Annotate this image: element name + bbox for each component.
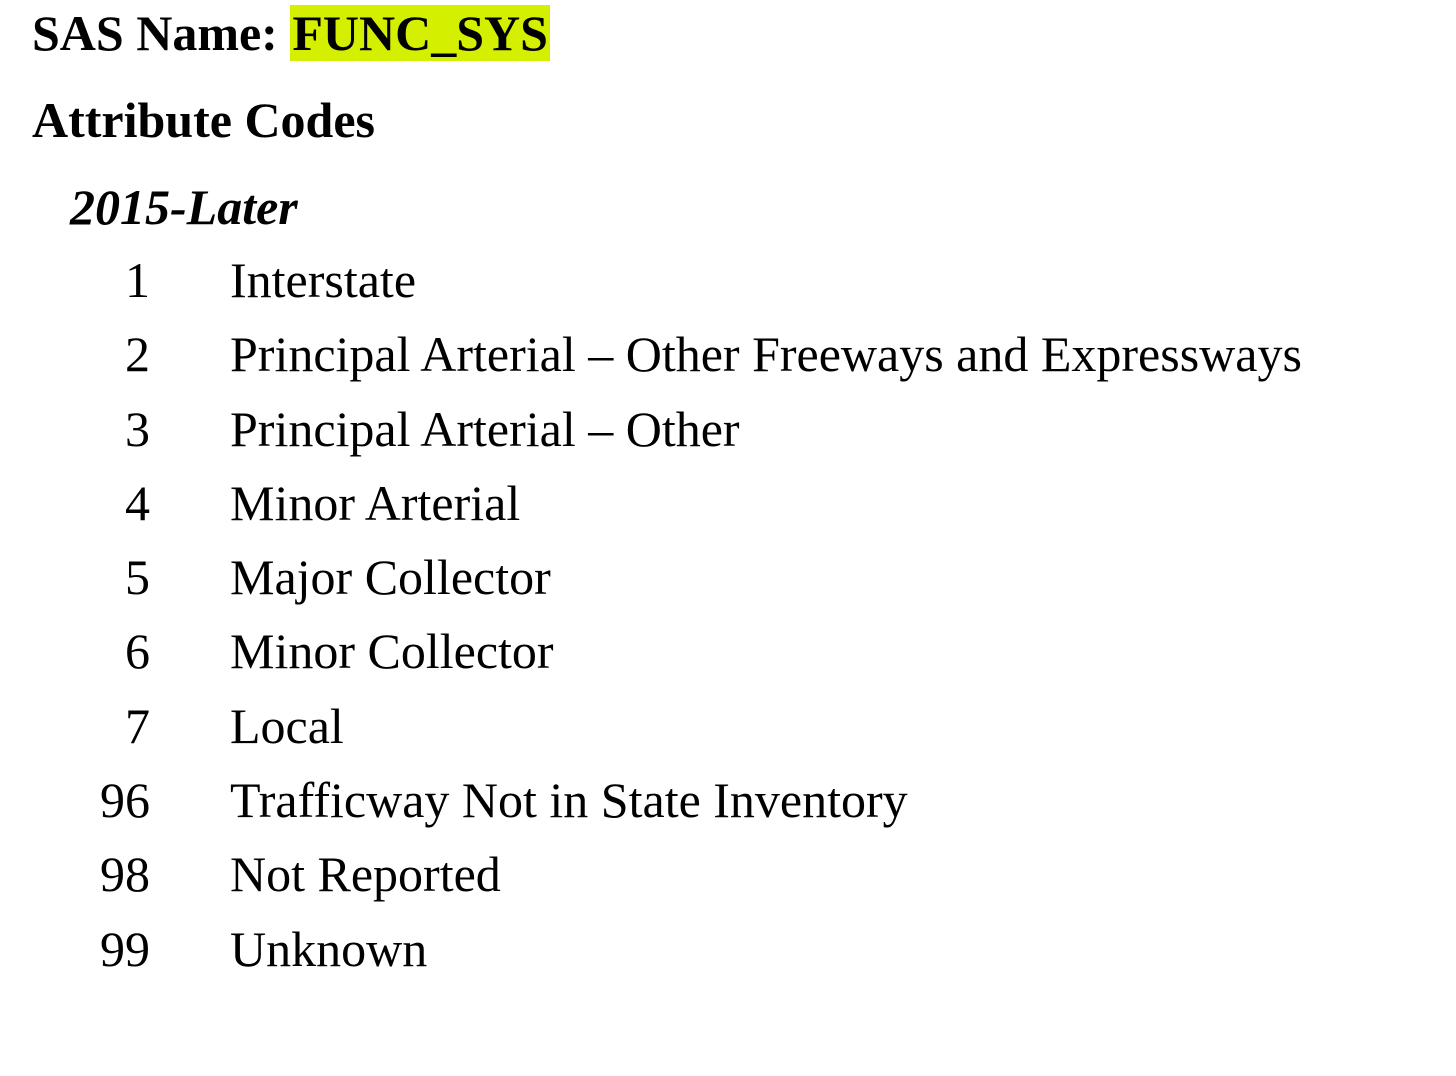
code-row: 2 Principal Arterial – Other Freeways an…: [0, 325, 1456, 399]
code-label: Major Collector: [230, 549, 551, 606]
sas-name-line: SAS Name: FUNC_SYS: [32, 4, 550, 62]
code-row: 1 Interstate: [0, 251, 1456, 325]
code-label: Principal Arterial – Other Freeways and …: [230, 326, 1302, 383]
period-heading: 2015-Later: [70, 179, 298, 235]
code-label: Not Reported: [230, 846, 501, 903]
code-row: 99 Unknown: [0, 920, 1456, 994]
code-number: 4: [125, 474, 150, 531]
code-number: 1: [125, 252, 150, 308]
code-label: Local: [230, 697, 344, 754]
document-page: SAS Name: FUNC_SYS Attribute Codes 2015-…: [0, 0, 1456, 1076]
code-number: 2: [125, 326, 150, 383]
code-row: 4 Minor Arterial: [0, 474, 1456, 548]
code-row: 7 Local: [0, 697, 1456, 771]
code-number: 3: [125, 400, 150, 457]
code-row: 5 Major Collector: [0, 548, 1456, 622]
code-row: 3 Principal Arterial – Other: [0, 400, 1456, 474]
code-number: 6: [125, 623, 150, 680]
attribute-codes-heading: Attribute Codes: [32, 92, 376, 148]
attribute-code-list: 1 Interstate 2 Principal Arterial – Othe…: [0, 251, 1456, 994]
code-number: 7: [125, 697, 150, 754]
code-number: 96: [100, 772, 150, 829]
code-number: 5: [125, 549, 150, 606]
code-number: 98: [100, 846, 150, 903]
sas-name-label: SAS Name:: [32, 5, 278, 61]
code-label: Interstate: [230, 252, 417, 308]
code-row: 96 Trafficway Not in State Inventory: [0, 771, 1456, 845]
code-label: Principal Arterial – Other: [230, 400, 740, 457]
code-label: Trafficway Not in State Inventory: [230, 772, 908, 829]
code-row: 98 Not Reported: [0, 845, 1456, 919]
code-row: 6 Minor Collector: [0, 622, 1456, 696]
sas-name-value: FUNC_SYS: [290, 5, 550, 61]
code-label: Minor Collector: [230, 623, 554, 680]
code-number: 99: [100, 920, 150, 977]
code-label: Unknown: [230, 920, 428, 977]
code-label: Minor Arterial: [230, 474, 521, 531]
